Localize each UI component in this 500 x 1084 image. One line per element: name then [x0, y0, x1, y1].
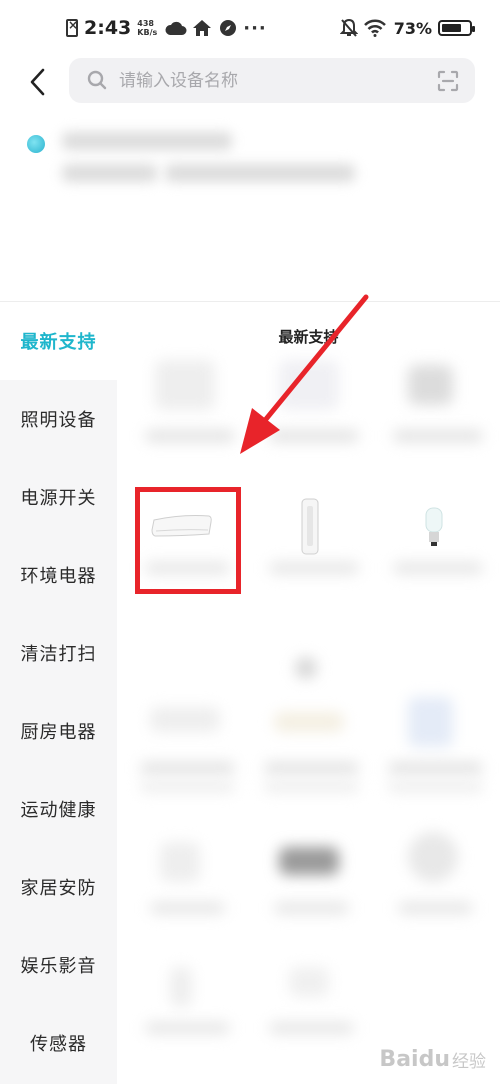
section-title: 最新支持 [278, 328, 339, 346]
sidebar-item-environment[interactable]: 环境电器 [0, 536, 117, 614]
battery-icon [438, 20, 475, 36]
blurred-text [62, 164, 157, 182]
home-icon [191, 17, 213, 39]
status-left: 2:43 438 KB/s ··· [66, 15, 267, 41]
no-sim-icon [66, 18, 78, 37]
search-input[interactable] [119, 58, 419, 103]
device-tile[interactable] [125, 962, 249, 1084]
wifi-icon [363, 17, 386, 39]
device-tile[interactable] [373, 697, 497, 837]
status-bar: 2:43 438 KB/s ··· 73% [0, 0, 500, 56]
device-tile[interactable] [249, 962, 373, 1084]
sidebar-item-sensors[interactable]: 传感器 [0, 1004, 117, 1082]
device-tile-tower-fan[interactable] [249, 492, 373, 632]
sidebar-item-cleaning[interactable]: 清洁打扫 [0, 614, 117, 692]
device-tile-smart-bulb[interactable] [373, 492, 497, 632]
device-tile[interactable] [125, 350, 249, 490]
device-tile[interactable] [373, 827, 497, 967]
app-logo-icon [27, 135, 45, 153]
sidebar-item-fitness[interactable]: 运动健康 [0, 770, 117, 848]
device-tile[interactable] [249, 350, 373, 490]
device-tile[interactable] [125, 697, 249, 837]
blurred-banner [0, 120, 500, 300]
blurred-icon [295, 657, 317, 679]
category-sidebar: 最新支持 照明设备 电源开关 环境电器 清洁打扫 厨房电器 运动健康 家居安防 … [0, 302, 117, 1084]
sidebar-item-kitchen[interactable]: 厨房电器 [0, 692, 117, 770]
device-tile[interactable] [249, 827, 373, 967]
network-speed: 438 KB/s [137, 19, 157, 37]
back-button[interactable] [20, 62, 54, 102]
blurred-text [165, 164, 355, 182]
search-bar[interactable] [69, 58, 475, 103]
blurred-text [62, 132, 232, 150]
watermark-text: Baidu [379, 1047, 450, 1072]
back-arrow-icon [30, 68, 45, 96]
network-speed-unit: KB/s [137, 28, 158, 37]
sidebar-item-latest[interactable]: 最新支持 [0, 302, 117, 380]
device-tile[interactable] [373, 350, 497, 490]
sidebar-item-power-switch[interactable]: 电源开关 [0, 458, 117, 536]
more-notifications-icon: ··· [243, 17, 267, 39]
device-tile[interactable] [125, 827, 249, 967]
device-tile[interactable] [249, 697, 373, 837]
search-icon [87, 70, 107, 94]
baidu-watermark: Baidu 经验 [379, 1047, 486, 1072]
highlight-box [135, 487, 241, 594]
compass-icon [217, 17, 239, 39]
mute-icon [338, 17, 360, 39]
device-grid: 最新支持 [117, 302, 500, 1084]
smart-bulb-icon [425, 507, 443, 546]
app-screen: 2:43 438 KB/s ··· 73% [0, 0, 500, 1084]
network-speed-value: 438 [137, 19, 154, 28]
watermark-sub: 经验 [452, 1052, 486, 1072]
sidebar-item-entertainment[interactable]: 娱乐影音 [0, 926, 117, 1004]
scan-icon[interactable] [437, 70, 459, 96]
cloud-icon [165, 17, 187, 39]
battery-percent: 73% [393, 18, 432, 38]
sidebar-item-security[interactable]: 家居安防 [0, 848, 117, 926]
sidebar-item-lighting[interactable]: 照明设备 [0, 380, 117, 458]
battery-level [442, 24, 461, 32]
tower-fan-icon [301, 498, 319, 555]
status-right: 73% [338, 15, 475, 41]
status-time: 2:43 [84, 17, 132, 39]
